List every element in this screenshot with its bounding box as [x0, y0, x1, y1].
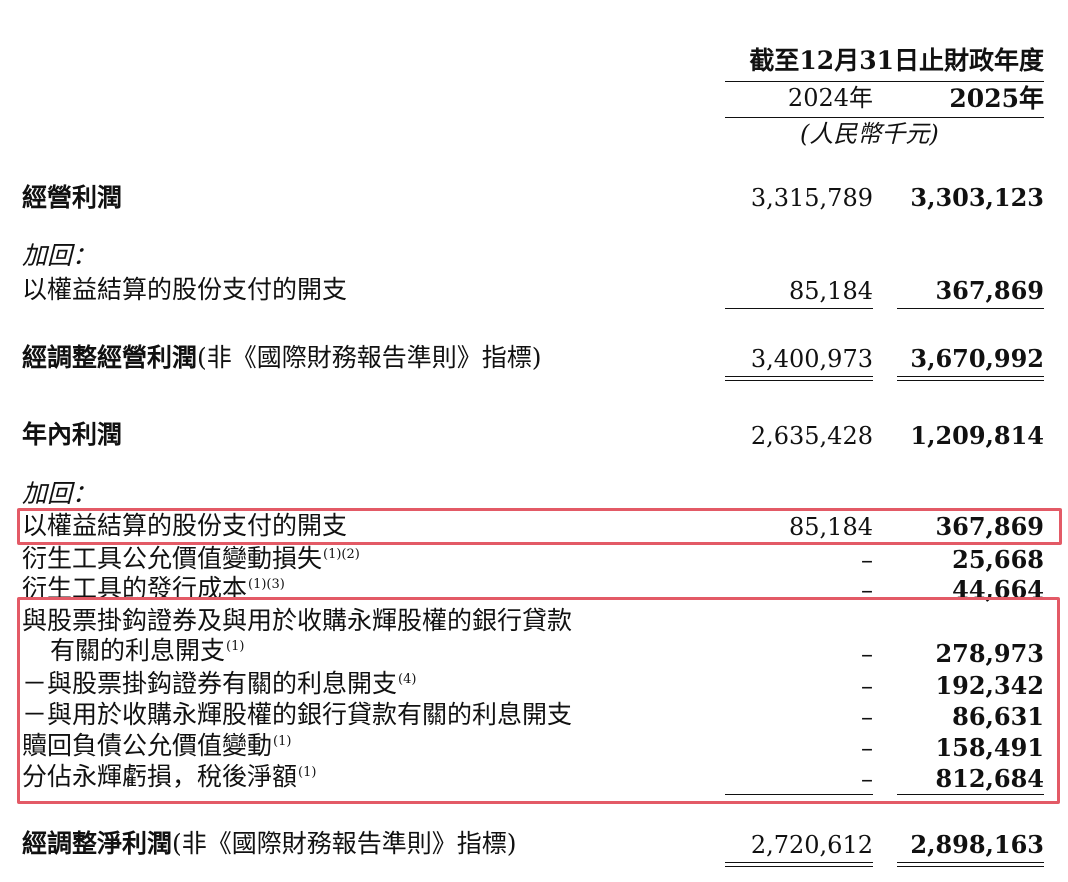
redemption-2024: –: [861, 734, 873, 762]
interest-label-line2: 有關的利息開支(1): [50, 636, 245, 665]
adj-net-profit-2025: 2,898,163: [910, 830, 1044, 859]
sbc-2024: 85,184: [789, 277, 873, 305]
year-2025-header: 2025年: [949, 84, 1044, 113]
year-2024-header: 2024年: [787, 84, 873, 112]
sbc-label: 以權益結算的股份支付的開支: [22, 275, 348, 304]
interest-sub2-2024: –: [861, 703, 873, 731]
adj-net-profit-label: 經調整淨利潤(非《國際財務報告準則》指標): [22, 829, 517, 858]
subtotal-rule-2025: [897, 308, 1044, 309]
addback-label-2: 加回：: [22, 479, 98, 508]
adj-operating-profit-2025: 3,670,992: [910, 344, 1044, 373]
sbc-label-2: 以權益結算的股份支付的開支: [22, 511, 348, 540]
addback-label: 加回：: [22, 241, 98, 270]
redemption-2025: 158,491: [935, 733, 1044, 762]
sbc-2025-2: 367,869: [935, 512, 1044, 541]
redemption-label: 贖回負債公允價值變動(1): [22, 731, 292, 760]
interest-sub2-label: －與用於收購永輝股權的銀行貸款有關的利息開支: [22, 700, 573, 729]
interest-sub1-label: －與股票掛鈎證券有關的利息開支(4): [22, 669, 417, 698]
adj-operating-profit-2024: 3,400,973: [750, 345, 873, 373]
total-double-rule-2025-b: [897, 862, 1044, 867]
unit-label: (人民幣千元): [800, 120, 939, 148]
total-double-rule-2024: [725, 376, 873, 381]
yonghui-loss-label: 分佔永輝虧損，稅後淨額(1): [22, 762, 317, 791]
sbc-2024-2: 85,184: [789, 513, 873, 541]
subtotal-rule-2024: [725, 308, 873, 309]
interest-2025: 278,973: [935, 639, 1044, 668]
interest-label-line1: 與股票掛鈎證券及與用於收購永輝股權的銀行貸款: [22, 606, 573, 635]
interest-sub1-2025: 192,342: [935, 671, 1044, 700]
interest-sub1-2024: –: [861, 672, 873, 700]
subtotal-rule-2024-b: [725, 794, 873, 795]
interest-2024: –: [861, 640, 873, 668]
operating-profit-label: 經營利潤: [22, 183, 123, 212]
yonghui-loss-2024: –: [861, 765, 873, 793]
operating-profit-2024: 3,315,789: [750, 184, 873, 212]
header-rule: [725, 81, 1044, 82]
deriv-fv-label: 衍生工具公允價值變動損失(1)(2): [22, 544, 360, 573]
adj-operating-profit-label: 經調整經營利潤(非《國際財務報告準則》指標): [22, 343, 542, 372]
period-header: 截至12月31日止財政年度: [749, 46, 1044, 75]
deriv-fv-2024: –: [861, 546, 873, 574]
profit-year-2024: 2,635,428: [750, 422, 873, 450]
interest-sub2-2025: 86,631: [952, 702, 1044, 731]
deriv-fv-2025: 25,668: [952, 545, 1044, 574]
operating-profit-2025: 3,303,123: [910, 183, 1044, 212]
header-rule-2: [725, 117, 1044, 118]
total-double-rule-2025: [897, 376, 1044, 381]
adj-net-profit-2024: 2,720,612: [750, 831, 873, 859]
profit-year-label: 年內利潤: [22, 420, 123, 449]
subtotal-rule-2025-b: [897, 794, 1044, 795]
total-double-rule-2024-b: [725, 862, 873, 867]
profit-year-2025: 1,209,814: [910, 421, 1044, 450]
sbc-2025: 367,869: [935, 276, 1044, 305]
yonghui-loss-2025: 812,684: [935, 764, 1044, 793]
